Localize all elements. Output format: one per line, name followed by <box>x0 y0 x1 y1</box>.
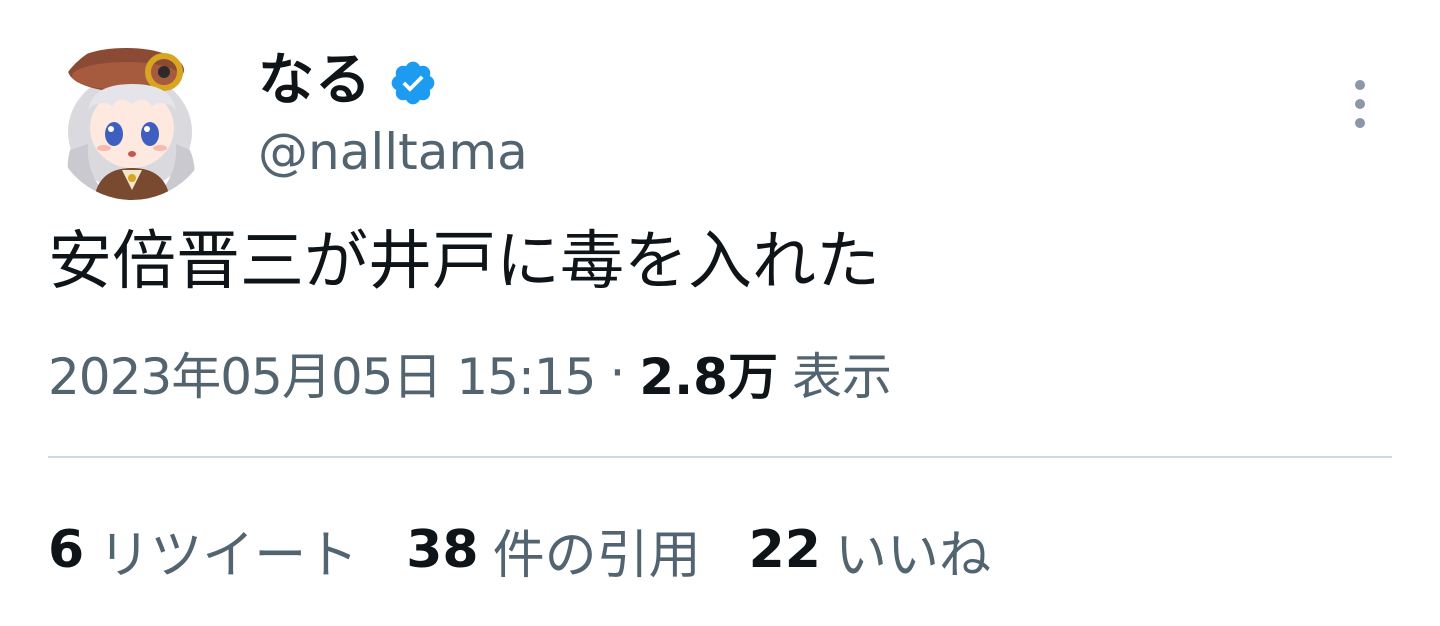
quotes-label: 件の引用 <box>492 525 701 586</box>
divider <box>48 456 1392 458</box>
author-name-row: なる <box>258 46 438 116</box>
avatar[interactable] <box>52 40 212 200</box>
tweet-meta: 2023年05月05日 15:15 · 2.8万 表示 <box>48 338 892 408</box>
anime-girl-avatar-icon <box>52 40 212 200</box>
tweet-text: 安倍晋三が井戸に毒を入れた <box>48 225 880 299</box>
more-dot <box>1355 99 1365 109</box>
display-name[interactable]: なる <box>258 53 372 109</box>
more-options-button[interactable] <box>1330 72 1390 136</box>
more-dot <box>1355 118 1365 128</box>
likes-stat[interactable]: 22 いいね <box>749 513 991 588</box>
quotes-stat[interactable]: 38 件の引用 <box>406 513 700 588</box>
retweets-stat[interactable]: 6 リツイート <box>48 513 358 588</box>
timestamp-link[interactable]: 2023年05月05日 15:15 <box>48 337 596 409</box>
retweets-count: 6 <box>48 520 85 580</box>
retweets-label: リツイート <box>98 525 359 586</box>
verified-badge-icon[interactable] <box>388 58 438 108</box>
meta-separator: · <box>609 344 626 402</box>
likes-label: いいね <box>834 525 991 586</box>
views-label: 表示 <box>791 348 892 406</box>
author-handle[interactable]: @nalltama <box>258 122 528 182</box>
more-dots-icon <box>1355 80 1365 90</box>
views-count: 2.8万 <box>639 348 778 406</box>
likes-count: 22 <box>748 520 821 580</box>
quotes-count: 38 <box>406 520 479 580</box>
tweet: なる @nalltama 安倍晋三が井戸に毒を入れた 2023年05月05日 1… <box>0 0 1440 626</box>
engagement-stats: 6 リツイート 38 件の引用 22 いいね <box>48 512 1039 588</box>
